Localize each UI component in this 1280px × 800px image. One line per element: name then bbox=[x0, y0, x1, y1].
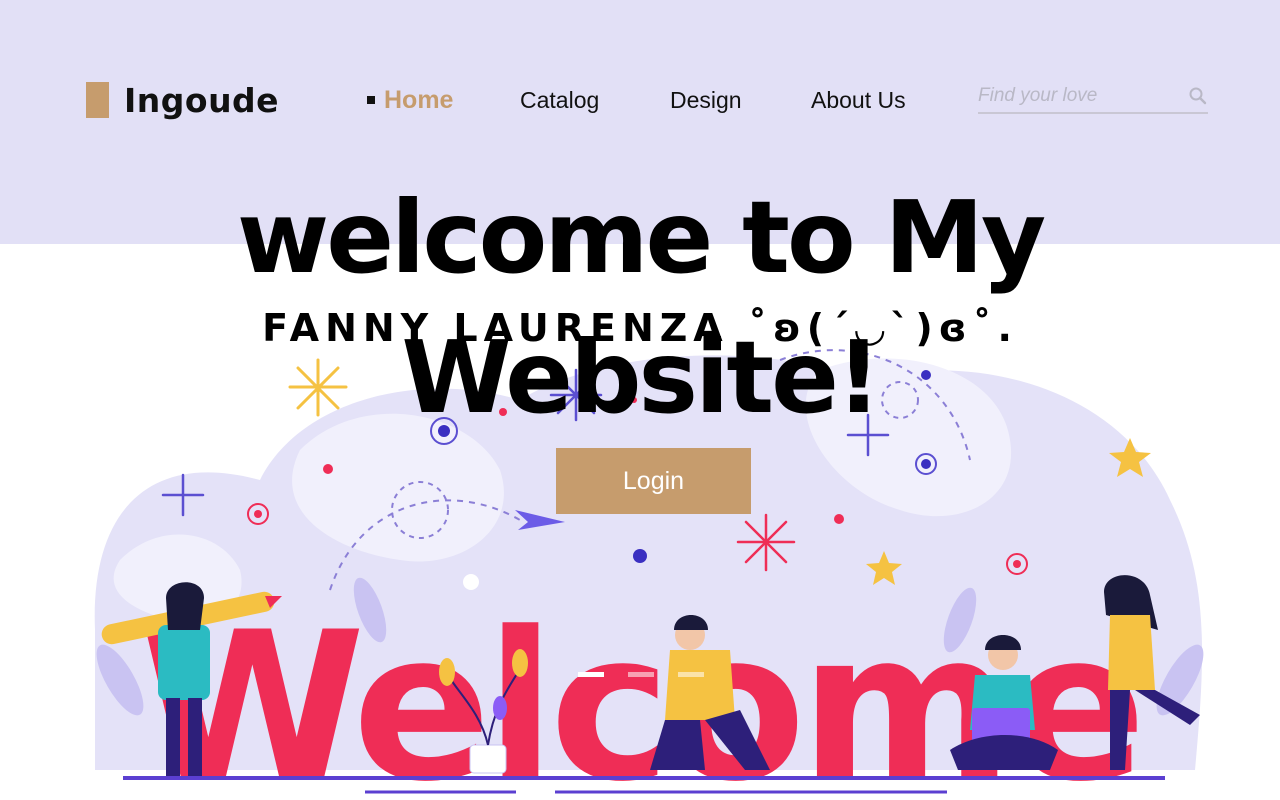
login-button[interactable]: Login bbox=[556, 448, 751, 514]
nav-item-label: Design bbox=[670, 86, 742, 113]
slider-dot[interactable] bbox=[678, 672, 704, 677]
nav-item-about-us[interactable]: About Us bbox=[811, 83, 906, 117]
nav-item-home[interactable]: Home bbox=[367, 83, 453, 117]
slider-dot[interactable] bbox=[628, 672, 654, 677]
nav-item-label: Home bbox=[384, 85, 454, 114]
search-input[interactable] bbox=[978, 82, 1178, 110]
main-nav: Home Catalog Design About Us bbox=[0, 83, 940, 117]
nav-item-label: About Us bbox=[811, 86, 906, 113]
nav-item-catalog[interactable]: Catalog bbox=[520, 83, 599, 117]
active-bullet-icon bbox=[367, 96, 375, 104]
search-bar bbox=[978, 80, 1208, 114]
hero-subtitle: FANNY LAURENZA ˚ʚ(´◡`)ɞ˚. bbox=[262, 306, 1018, 350]
search-icon[interactable] bbox=[1188, 86, 1208, 106]
nav-item-label: Catalog bbox=[520, 86, 600, 113]
slider-dot-active[interactable] bbox=[578, 672, 604, 677]
nav-item-design[interactable]: Design bbox=[670, 83, 742, 117]
